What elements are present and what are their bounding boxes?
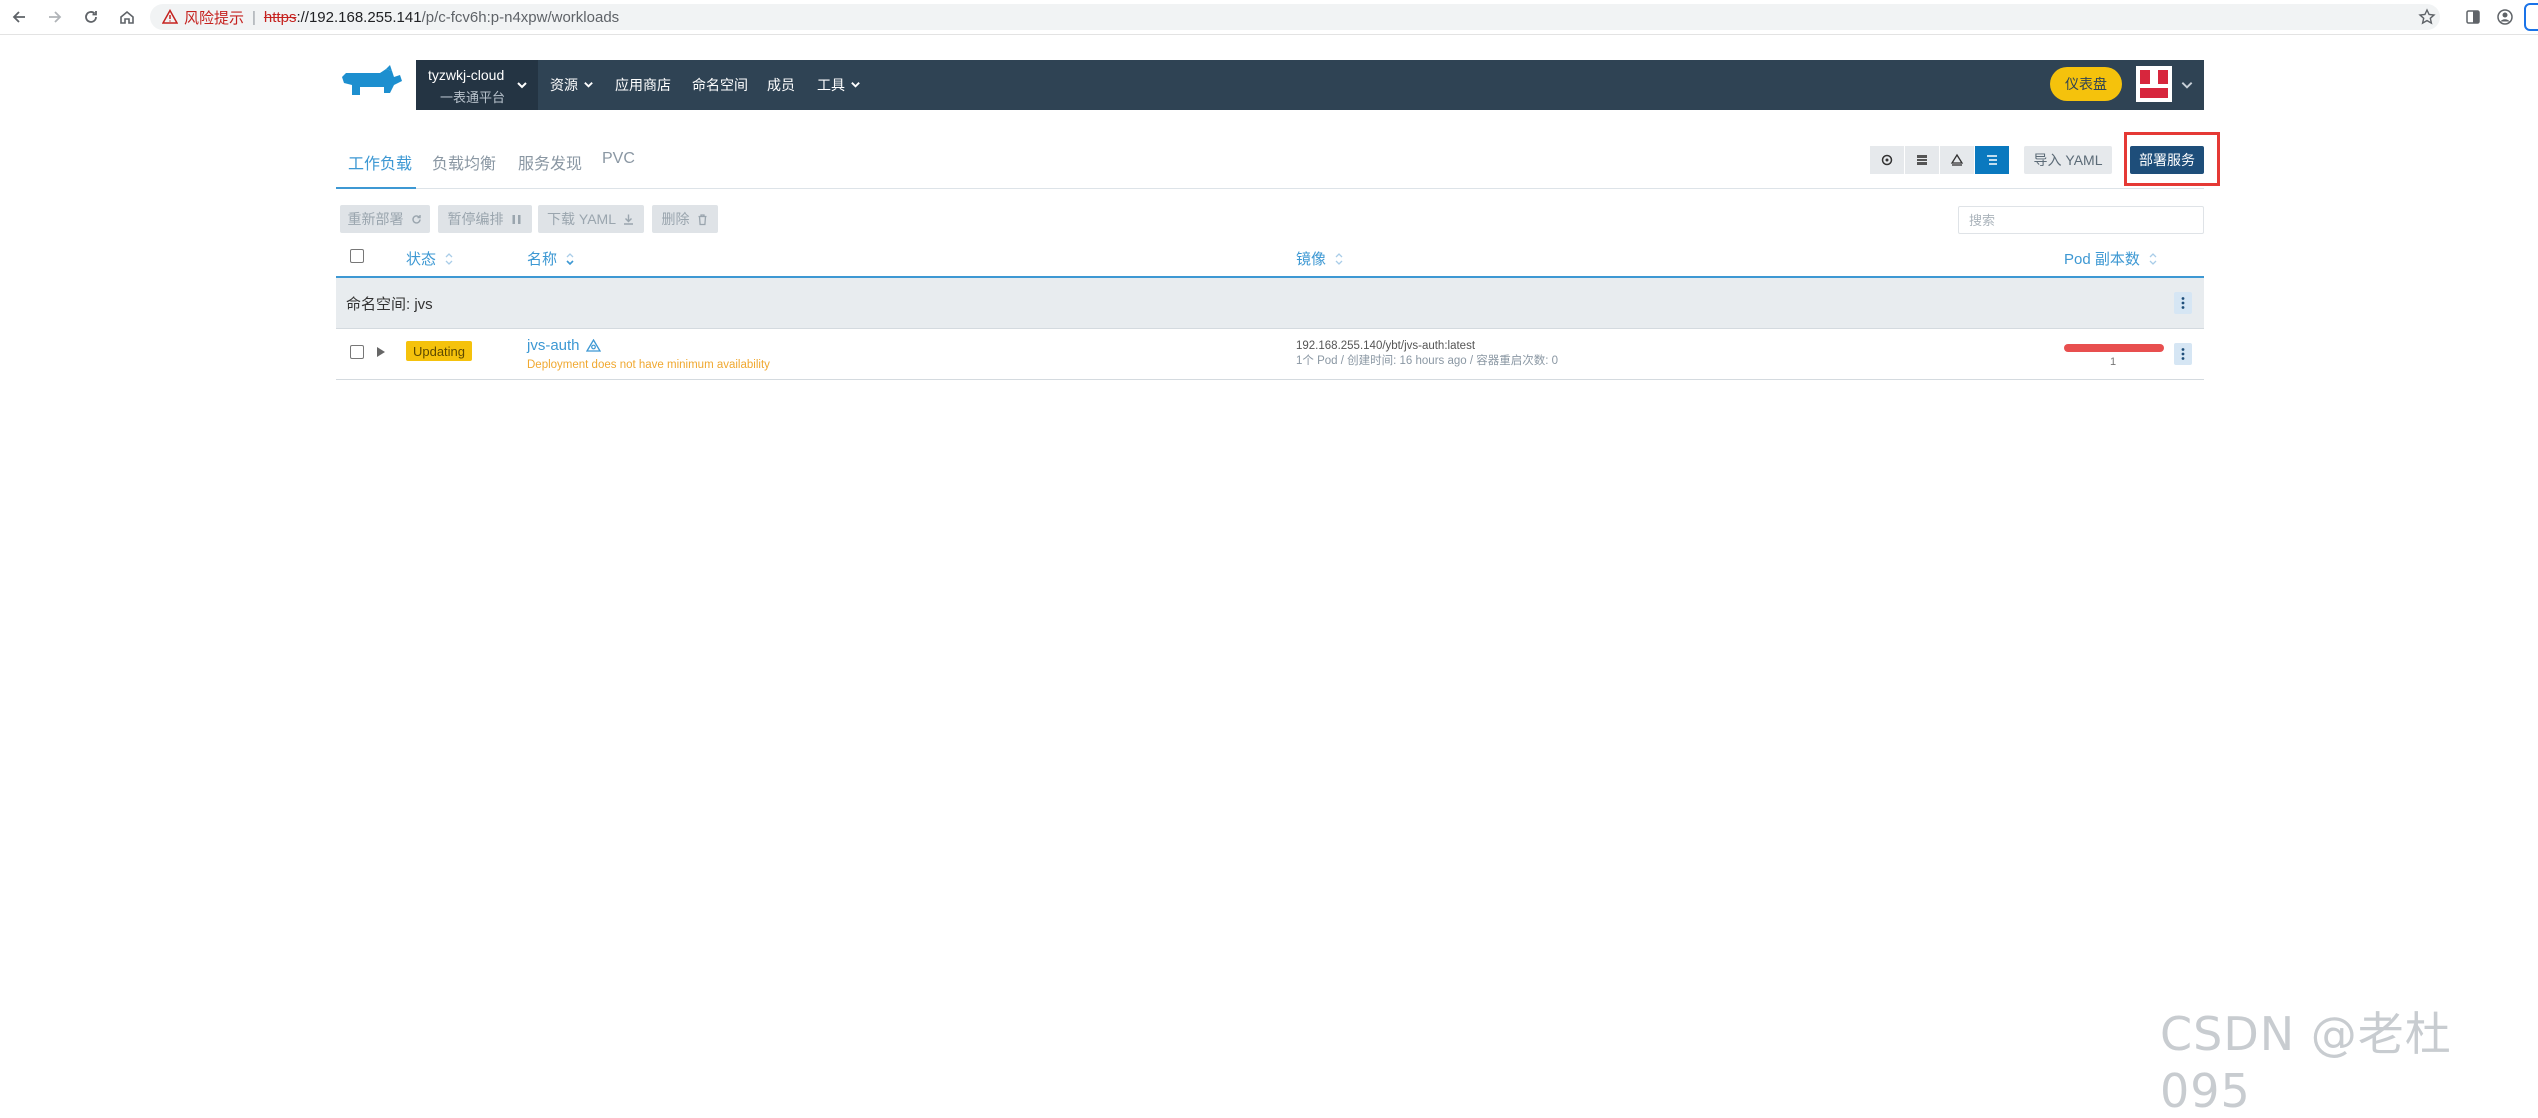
nav-members-label: 成员: [767, 77, 795, 93]
pause-icon: [512, 214, 520, 224]
pod-status-bar[interactable]: [2064, 344, 2164, 352]
row-menu-icon[interactable]: [2174, 343, 2192, 365]
view-mode-group: [1870, 146, 2010, 174]
table-row: Updating jvs-auth Deployment does not ha…: [336, 329, 2204, 380]
trash-icon: [698, 213, 706, 225]
security-warning[interactable]: 风险提示: [162, 7, 244, 28]
table-header: 状态 名称 镜像 Pod 副本数: [336, 244, 2204, 278]
workload-meta: 1个 Pod / 创建时间: 16 hours ago / 容器重启次数: 0: [1296, 355, 1559, 367]
download-icon: [623, 214, 633, 225]
image-name: 192.168.255.140/ybt/jvs-auth:latest: [1296, 340, 1476, 352]
nav-tools[interactable]: 工具: [817, 60, 861, 110]
cluster-name: tyzwkj-cloud: [428, 67, 505, 83]
tab-service-discovery[interactable]: 服务发现: [518, 150, 582, 174]
workload-name: jvs-auth: [527, 337, 580, 354]
warning-icon: [162, 9, 178, 24]
tab-pvc[interactable]: PVC: [602, 150, 635, 168]
column-status-label: 状态: [406, 251, 437, 268]
delete-button[interactable]: 删除: [652, 205, 718, 233]
sort-icon: [2149, 252, 2157, 265]
bookmark-star-icon[interactable]: [2414, 4, 2440, 30]
redeploy-button[interactable]: 重新部署: [340, 205, 430, 233]
omnibox-divider: |: [252, 8, 256, 26]
workload-name-link[interactable]: jvs-auth: [527, 337, 601, 354]
chevron-down-icon: [516, 78, 528, 96]
user-menu-chevron-icon[interactable]: [2180, 78, 2194, 97]
side-panel-icon[interactable]: [2460, 4, 2486, 30]
row-checkbox[interactable]: [350, 345, 364, 359]
sort-icon: [445, 252, 453, 265]
nav-members[interactable]: 成员: [767, 60, 795, 110]
profile-icon[interactable]: [2492, 4, 2518, 30]
namespace-group-label: 命名空间: jvs: [346, 296, 433, 313]
rancher-logo[interactable]: [336, 63, 406, 103]
column-image-label: 镜像: [1296, 251, 1327, 268]
view-list-button[interactable]: [1905, 146, 1940, 174]
tab-workloads[interactable]: 工作负载: [348, 150, 412, 174]
avatar[interactable]: [2136, 66, 2172, 102]
watermark: CSDN @老杜095: [2160, 1007, 2452, 1118]
tree-icon: [1987, 155, 1997, 165]
nav-namespaces[interactable]: 命名空间: [692, 60, 748, 110]
column-pods[interactable]: Pod 副本数: [2064, 248, 2158, 269]
project-name: 一表通平台: [440, 90, 506, 105]
status-badge: Updating: [406, 341, 472, 361]
sort-desc-icon: [566, 252, 574, 265]
browser-toolbar: 风险提示 | https ://192.168.255.141 /p/c-fcv…: [0, 0, 2538, 35]
pause-label: 暂停编排: [447, 211, 504, 227]
pause-orchestration-button[interactable]: 暂停编排: [438, 205, 532, 233]
column-image[interactable]: 镜像: [1296, 248, 1344, 269]
column-pods-label: Pod 副本数: [2064, 251, 2140, 268]
sort-icon: [1335, 252, 1343, 265]
expand-row-icon[interactable]: [376, 345, 386, 363]
nav-resources[interactable]: 资源: [550, 60, 594, 110]
forward-icon[interactable]: [42, 4, 68, 30]
dashboard-button[interactable]: 仪表盘: [2050, 67, 2122, 101]
redeploy-label: 重新部署: [347, 211, 404, 227]
home-icon[interactable]: [114, 4, 140, 30]
chevron-down-icon: [583, 77, 594, 93]
workload-message: Deployment does not have minimum availab…: [527, 359, 770, 371]
url-path: /p/c-fcv6h:p-n4xpw/workloads: [421, 8, 620, 26]
nav-app-store[interactable]: 应用商店: [615, 60, 671, 110]
list-icon: [1917, 155, 1927, 165]
redo-icon: [411, 214, 421, 224]
security-warning-label: 风险提示: [184, 9, 245, 27]
nav-app-store-label: 应用商店: [615, 77, 671, 93]
tab-load-balancing[interactable]: 负载均衡: [432, 150, 496, 174]
top-nav-bar: tyzwkj-cloud 一表通平台 资源 应用商店 命名空间 成员 工具 仪表…: [416, 60, 2204, 110]
chevron-down-icon: [850, 77, 861, 93]
node-icon: [1881, 154, 1893, 166]
workload-type-icon: [585, 339, 601, 352]
column-status[interactable]: 状态: [406, 248, 454, 269]
import-yaml-button[interactable]: 导入 YAML: [2024, 146, 2112, 174]
cluster-project-switcher[interactable]: tyzwkj-cloud 一表通平台: [416, 60, 538, 110]
namespace-group-row: 命名空间: jvs: [336, 278, 2204, 329]
back-icon[interactable]: [6, 4, 32, 30]
annotation-highlight-box: [2124, 132, 2220, 186]
address-bar[interactable]: 风险提示 | https ://192.168.255.141 /p/c-fcv…: [150, 4, 2440, 30]
group-menu-icon[interactable]: [2174, 292, 2192, 314]
view-namespace-button[interactable]: [1975, 146, 2010, 174]
nav-tools-label: 工具: [817, 77, 845, 93]
reload-icon[interactable]: [78, 4, 104, 30]
nav-namespaces-label: 命名空间: [692, 77, 748, 93]
pod-count: 1: [2110, 356, 2117, 368]
url-host: ://192.168.255.141: [296, 8, 422, 26]
download-yaml-button[interactable]: 下载 YAML: [538, 205, 644, 233]
select-all-checkbox[interactable]: [350, 249, 364, 263]
download-yaml-label: 下载 YAML: [547, 211, 616, 227]
column-name[interactable]: 名称: [527, 248, 575, 269]
view-node-button[interactable]: [1870, 146, 1905, 174]
browser-menu-icon[interactable]: [2524, 3, 2538, 31]
nav-resources-label: 资源: [550, 77, 578, 93]
url-scheme: https: [263, 8, 297, 26]
column-name-label: 名称: [527, 251, 558, 268]
view-image-button[interactable]: [1940, 146, 1975, 174]
group-icon: [1950, 153, 1964, 166]
active-tab-indicator: [336, 187, 416, 189]
search-input[interactable]: [1958, 206, 2204, 234]
delete-label: 删除: [661, 211, 690, 227]
